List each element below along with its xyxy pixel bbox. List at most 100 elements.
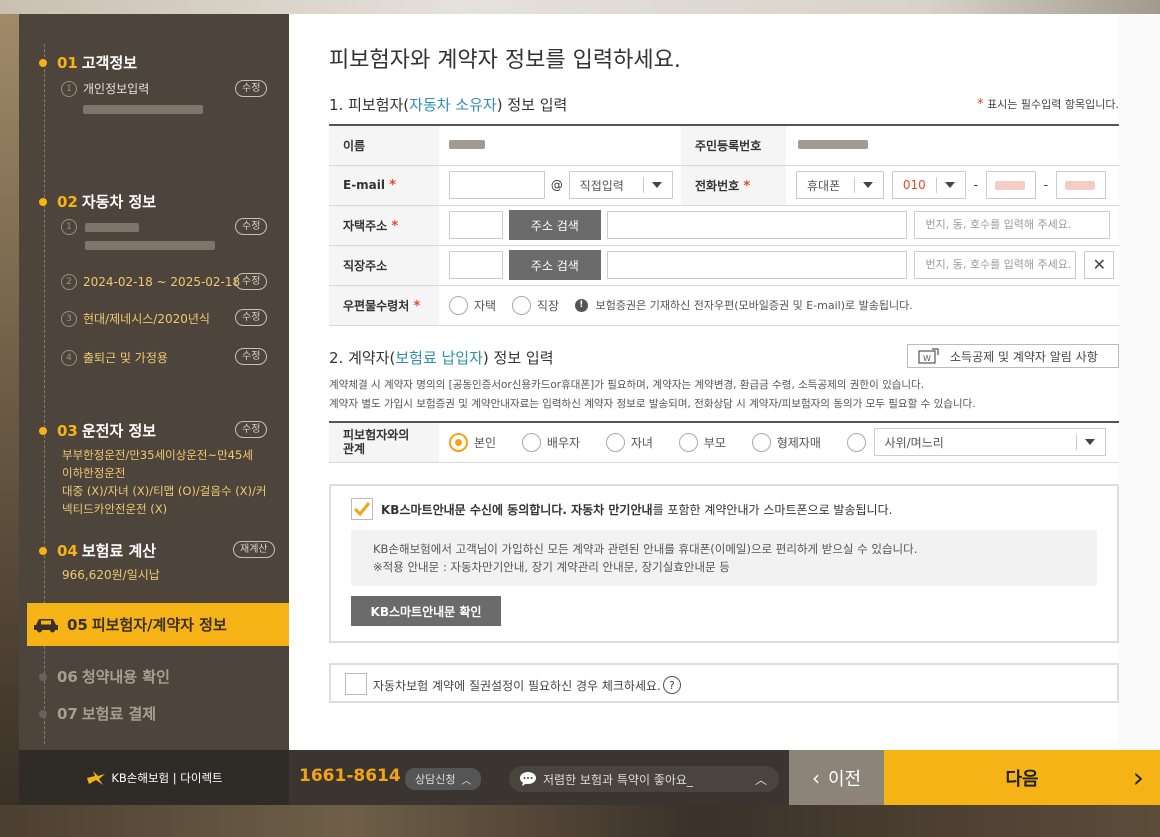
home-address-input[interactable]: [606, 211, 907, 239]
relation-spouse-radio[interactable]: [521, 432, 541, 452]
step-2-sub-item-4: 4 출퇴근 및 가정용: [61, 349, 168, 367]
edit-button[interactable]: 수정: [235, 80, 268, 97]
lien-box: 자동차보험 계약에 질권설정이 필요하신 경우 체크하세요. ?: [329, 663, 1119, 703]
smart-notice-agree-text: KB스마트안내문 수신에 동의합니다. 자동차 만기안내를 포함한 계약안내가 …: [381, 501, 892, 518]
home-address-detail-input[interactable]: 번지, 동, 호수를 입력해 주세요.: [914, 211, 1111, 239]
relation-self-radio[interactable]: [449, 432, 468, 452]
chevron-left-icon: ‹: [811, 765, 820, 790]
consult-button[interactable]: 상담신청 ︿: [405, 768, 482, 790]
required-star: *: [389, 177, 397, 193]
lien-checkbox[interactable]: [345, 673, 367, 695]
email-domain-select[interactable]: 직접입력: [568, 171, 673, 199]
label-text: 자택주소: [343, 218, 388, 233]
relation-parent-radio[interactable]: [678, 432, 698, 452]
recalculate-button[interactable]: 재계산: [233, 541, 275, 558]
phone-type-select[interactable]: 휴대폰: [796, 171, 884, 199]
relation-other-select[interactable]: 사위/며느리: [873, 428, 1106, 457]
step-2-header[interactable]: 02 자동차 정보: [39, 191, 156, 212]
section-title-suffix: ) 정보 입력: [496, 96, 568, 114]
background-right: [1119, 14, 1160, 750]
sub-number: 4: [61, 350, 77, 366]
mail-work-radio[interactable]: [511, 295, 531, 315]
required-star: *: [413, 298, 421, 314]
step-title: 보험료 계산: [81, 542, 157, 560]
label-line: 관계: [343, 442, 366, 457]
relation-child-radio[interactable]: [605, 432, 625, 452]
summary-line: 부부한정운전/만35세이상운전~만45세: [62, 448, 253, 462]
section-1-title: 1. 피보험자(자동차 소유자) 정보 입력: [329, 94, 567, 115]
step-2-sub-item-2: 2 2024-02-18 ~ 2025-02-18: [61, 273, 240, 291]
logo-text: KB손해보험 | 다이렉트: [111, 770, 223, 785]
required-star: *: [977, 97, 984, 112]
phone-prefix-select[interactable]: 010: [891, 171, 966, 199]
step-title: 보험료 결제: [81, 705, 157, 723]
email-id-input[interactable]: [449, 171, 545, 199]
chevron-right-icon: ›: [1132, 761, 1144, 794]
close-icon[interactable]: ✕: [1084, 251, 1115, 279]
edit-button[interactable]: 수정: [235, 348, 268, 365]
work-zipcode-input[interactable]: [449, 251, 503, 279]
phone-middle-input[interactable]: [985, 171, 1036, 199]
step-1-header[interactable]: 01 고객정보: [39, 52, 137, 73]
phone-last-input[interactable]: [1055, 171, 1106, 199]
relation-options: 본인 배우자 자녀 부모 형제자매 사위/며느리: [439, 421, 1119, 463]
label-text: E-mail: [343, 177, 386, 192]
section-title-prefix: 1. 피보험자(: [329, 96, 410, 114]
step-bullet: [39, 426, 47, 435]
radio-label: 자택: [474, 298, 497, 313]
edit-button[interactable]: 수정: [235, 273, 268, 290]
kb-star-icon: [87, 770, 106, 785]
step-title: 자동차 정보: [81, 193, 157, 211]
home-zipcode-input[interactable]: [449, 211, 503, 239]
kb-logo[interactable]: KB손해보험 | 다이렉트: [19, 750, 289, 805]
chevron-down-icon: [863, 182, 873, 188]
step-4-header[interactable]: 04 보험료 계산: [39, 540, 156, 561]
edit-button[interactable]: 수정: [235, 309, 268, 326]
notice-button[interactable]: W 소득공제 및 계약자 알림 사항: [907, 344, 1119, 368]
step-bullet: [39, 709, 47, 718]
notice-button-label: 소득공제 및 계약자 알림 사항: [950, 349, 1098, 364]
step-bullet: [39, 197, 47, 206]
select-value: 직접입력: [579, 178, 624, 193]
smart-notice-confirm-button[interactable]: KB스마트안내문 확인: [351, 596, 501, 626]
svg-text:W: W: [923, 354, 931, 363]
step-number: 02: [57, 192, 78, 211]
redacted-text: [85, 241, 215, 250]
page-title: 피보험자와 계약자 정보를 입력하세요.: [329, 48, 681, 73]
relation-other-radio[interactable]: [846, 432, 866, 452]
edit-button[interactable]: 수정: [235, 218, 268, 235]
radio-label: 배우자: [546, 435, 581, 450]
check-icon: [353, 502, 371, 517]
smart-notice-checkbox[interactable]: [351, 498, 373, 520]
step-number: 01: [57, 53, 78, 72]
work-address-search-button[interactable]: 주소 검색: [508, 250, 601, 280]
mail-home-radio[interactable]: [449, 295, 468, 315]
step-bullet: [39, 672, 47, 681]
home-address-search-button[interactable]: 주소 검색: [508, 210, 601, 240]
lien-text: 자동차보험 계약에 질권설정이 필요하신 경우 체크하세요.: [373, 678, 661, 693]
step-2-sub-item-3: 3 현대/제네시스/2020년식: [61, 310, 210, 328]
radio-label: 자녀: [630, 435, 653, 450]
edit-button[interactable]: 수정: [235, 421, 268, 438]
smart-notice-box: KB스마트안내문 수신에 동의합니다. 자동차 만기안내를 포함한 계약안내가 …: [329, 484, 1119, 643]
step-3-header[interactable]: 03 운전자 정보: [39, 420, 156, 441]
next-button[interactable]: 다음 ›: [884, 750, 1160, 805]
sub-label: 2024-02-18 ~ 2025-02-18: [83, 275, 241, 289]
summary-line: 대중 (X)/자녀 (X)/티맵 (O)/걸음수 (X)/커: [62, 484, 267, 498]
ssn-value: [786, 124, 1119, 166]
relation-sibling-radio[interactable]: [751, 432, 771, 452]
work-address-detail-input[interactable]: 번지, 동, 호수를 입력해 주세요.: [914, 251, 1077, 279]
panel-line: KB손해보험에서 고객님이 가입하신 모든 계약과 관련된 안내를 휴대폰(이메…: [373, 542, 918, 556]
chat-bar[interactable]: 저렴한 보험과 특약이 좋아요_ ︿: [509, 766, 779, 792]
prev-button[interactable]: ‹ 이전: [789, 750, 884, 805]
chevron-up-icon: ︿: [461, 775, 472, 787]
step-title: 운전자 정보: [81, 422, 157, 440]
label-mail-to: 우편물수령처 *: [329, 285, 439, 326]
required-star: *: [743, 178, 751, 194]
contract-description-1: 계약체결 시 계약자 명의의 [공동인증서or신용카드or휴대폰]가 필요하며,…: [329, 379, 925, 391]
select-value: 사위/며느리: [884, 435, 944, 450]
work-address-input[interactable]: [606, 251, 907, 279]
help-icon[interactable]: ?: [662, 676, 681, 694]
agree-bold: KB스마트안내문 수신에 동의합니다. 자동차 만기안내: [381, 503, 653, 517]
contract-description-2: 계약자 별도 가입시 보험증권 및 계약안내자료는 입력하신 계약자 정보로 발…: [329, 398, 976, 410]
